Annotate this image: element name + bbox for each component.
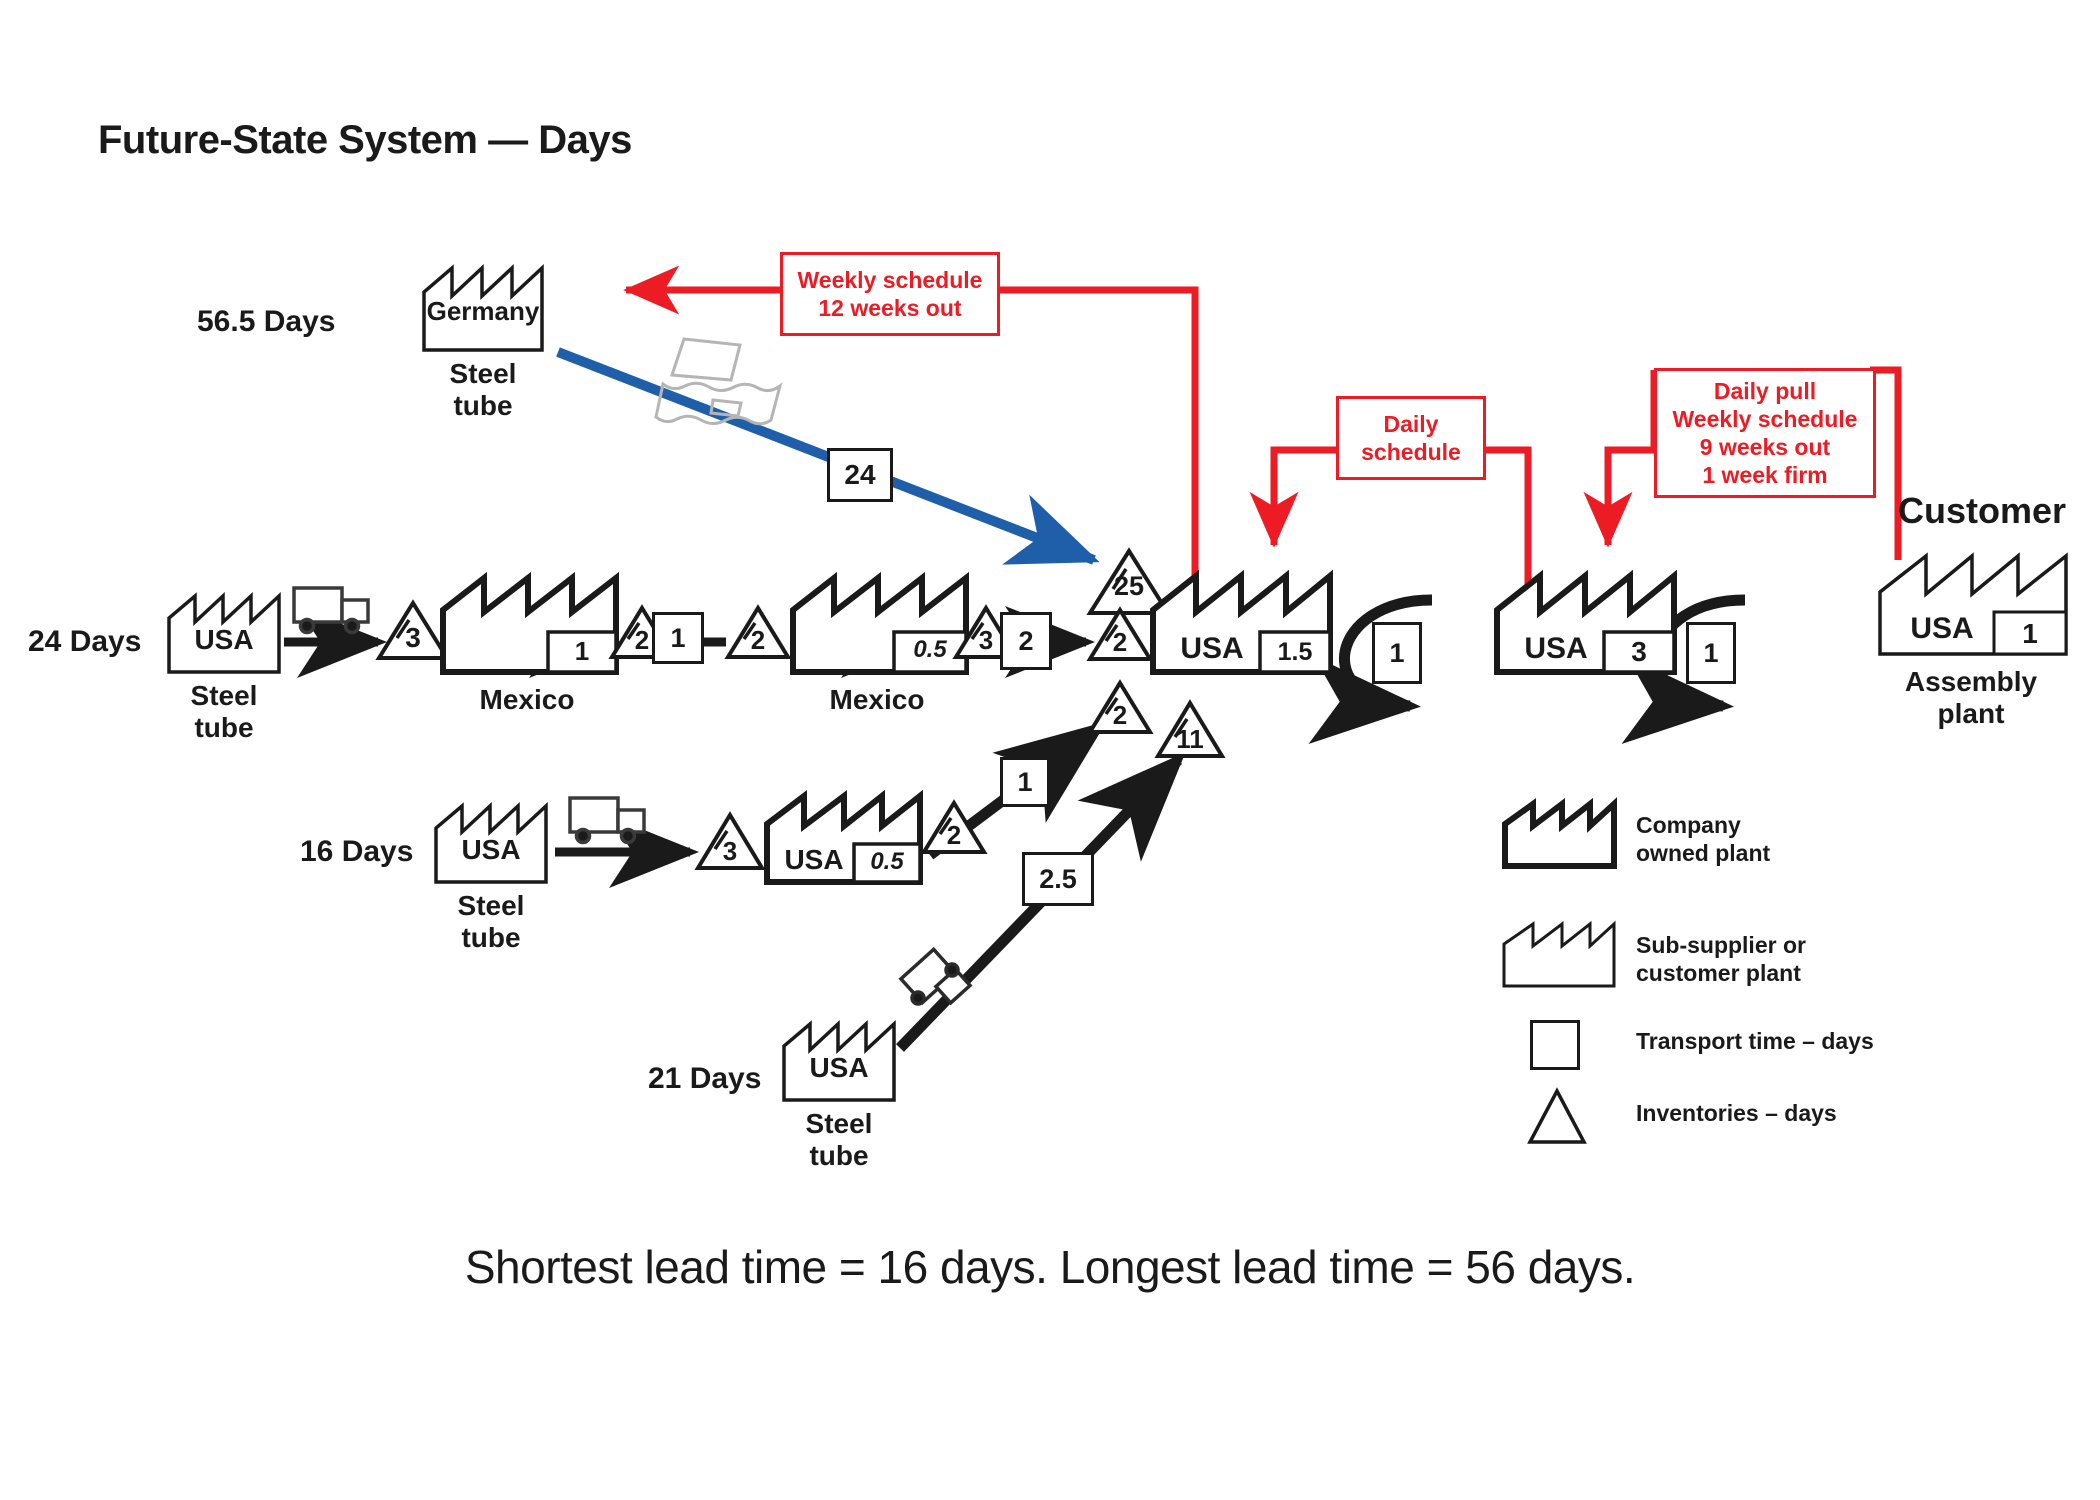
loop-box-2: 1 — [1686, 622, 1736, 684]
usa24-plant-sublabel: Steel tube — [190, 680, 258, 744]
truck-icon-3 — [898, 946, 973, 1006]
mexico-plant-1-label: Mexico — [479, 684, 575, 715]
inventory-3c-value: 3 — [722, 836, 738, 866]
mainline-plant-1-country: USA — [1180, 632, 1244, 665]
inventory-triangle-3c: 3 — [694, 811, 766, 872]
schedule-box-daily-pull-text: Daily pull Weekly schedule 9 weeks out 1 we… — [1672, 377, 1858, 489]
transport-box-16: 1 — [1000, 757, 1050, 807]
legend-label-transport-time: Transport time – days — [1636, 1028, 1874, 1054]
loop-box-1: 1 — [1372, 622, 1422, 684]
truck-icon-2 — [568, 796, 646, 845]
inventory-triangle-2b: 2 — [724, 604, 792, 661]
germany-plant-sublabel: Steel tube — [449, 358, 517, 422]
inventory-2c-value: 2 — [1112, 627, 1128, 657]
usa24-supplier-plant: USA — [165, 590, 291, 676]
usa24-plant-country: USA — [194, 624, 254, 655]
assembly-plant-cycle: 1 — [2022, 618, 2038, 649]
inventory-triangle-2c: 2 — [1086, 606, 1154, 663]
inventory-triangle-2d: 2 — [1086, 679, 1154, 736]
usa16-plant-sublabel: Steel tube — [457, 890, 525, 954]
germany-transport-days-box: 24 — [827, 448, 893, 502]
mexico-plant-1-cycle: 1 — [574, 636, 590, 666]
legend-label-inventories: Inventories – days — [1636, 1100, 1837, 1126]
mexico-plant-2: 0.5 — [788, 571, 974, 678]
mainline-plant-2-country: USA — [1524, 632, 1588, 665]
page-title: Future-State System — Days — [98, 118, 632, 162]
assembly-plant-label: Assembly plant — [1904, 666, 2038, 730]
customer-label: Customer — [1898, 490, 2067, 531]
truck-icon — [292, 586, 370, 635]
usa21-supplier-plant: USA — [780, 1018, 906, 1104]
usa16-supplier-plant: USA — [432, 800, 558, 886]
transport-box-21: 2.5 — [1022, 852, 1094, 906]
schedule-box-weekly-12[interactable]: Weekly schedule 12 weeks out — [780, 252, 1000, 336]
inventory-triangle-2e: 2 — [920, 799, 988, 856]
inventory-triangle-icon — [1526, 1087, 1588, 1146]
assembly-plant-country: USA — [1910, 612, 1974, 645]
company-plant-icon — [1500, 797, 1620, 872]
inventory-2d-value: 2 — [1112, 700, 1128, 730]
mexico-plant-2-label: Mexico — [829, 684, 925, 715]
mainline-plant-2: USA 3 — [1492, 569, 1682, 678]
schedule-box-daily-text: Daily schedule — [1361, 410, 1461, 465]
schedule-box-daily-pull[interactable]: Daily pull Weekly schedule 9 weeks out 1 we… — [1654, 368, 1876, 498]
usa24-lead-time-label: 24 Days — [28, 625, 142, 658]
inventory-triangle-11: 11 — [1154, 699, 1226, 760]
inventory-2e-value: 2 — [946, 820, 962, 850]
usa21-plant-sublabel: Steel tube — [805, 1108, 873, 1172]
usa16-plant: USA 0.5 — [762, 789, 926, 888]
germany-plant-country: Germany — [426, 296, 540, 326]
red-path-weekly12 — [994, 286, 1199, 578]
mainline-plant-1: USA 1.5 — [1148, 569, 1338, 678]
usa16-lead-time-label: 16 Days — [300, 835, 414, 868]
transport-box-icon — [1530, 1020, 1580, 1070]
sub-supplier-plant-icon — [1500, 918, 1620, 992]
transport-box-2: 2 — [1000, 612, 1052, 670]
red-path-daily-left — [1249, 446, 1336, 548]
red-path-pull-left — [1583, 446, 1654, 548]
schedule-box-daily[interactable]: Daily schedule — [1336, 396, 1486, 480]
legend-label-company-plant: Company owned plant — [1636, 812, 1771, 866]
mexico-plant-1: 1 — [438, 571, 624, 678]
ship-icon — [654, 337, 783, 426]
usa16-plant-country: USA — [461, 834, 521, 865]
usa21-plant-country: USA — [809, 1052, 869, 1083]
inventory-11-value: 11 — [1176, 724, 1204, 754]
germany-ship-route — [556, 347, 1100, 565]
transport-box-1: 1 — [652, 612, 704, 664]
inventory-2b-value: 2 — [750, 625, 766, 655]
germany-lead-time-label: 56.5 Days — [197, 305, 336, 338]
schedule-box-weekly-12-text: Weekly schedule 12 weeks out — [797, 266, 983, 321]
assembly-plant: USA 1 — [1876, 550, 2076, 660]
usa16-plant-cycle: 0.5 — [870, 848, 904, 875]
legend-label-sub-supplier-plant: Sub-supplier or customer plant — [1636, 932, 1806, 986]
summary-caption: Shortest lead time = 16 days. Longest le… — [464, 1241, 1636, 1293]
germany-supplier-plant: Germany — [420, 262, 562, 354]
mainline-plant-2-cycle: 3 — [1631, 636, 1647, 667]
usa16-plant-label: USA — [784, 844, 844, 875]
usa21-lead-time-label: 21 Days — [648, 1062, 762, 1095]
mainline-plant-1-cycle: 1.5 — [1277, 638, 1313, 666]
